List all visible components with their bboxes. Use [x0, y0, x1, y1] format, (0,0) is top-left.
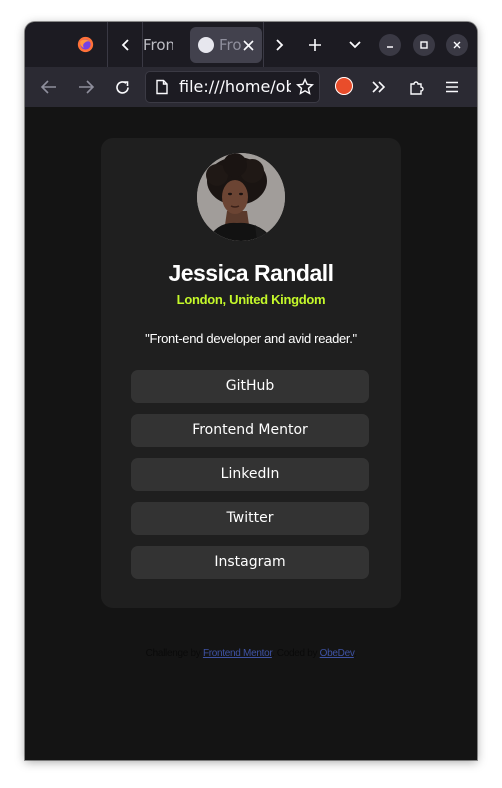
- social-links: GitHub Frontend Mentor LinkedIn Twitter …: [131, 370, 369, 590]
- github-link-button[interactable]: GitHub: [131, 370, 369, 403]
- reload-icon[interactable]: [111, 76, 133, 98]
- close-window-icon[interactable]: [446, 34, 468, 56]
- tab-close-icon[interactable]: [239, 36, 257, 54]
- tab-inactive[interactable]: Fronl: [143, 30, 173, 60]
- instagram-link-button[interactable]: Instagram: [131, 546, 369, 579]
- tab-scroll-left-icon[interactable]: [115, 34, 137, 56]
- navigation-bar: file:///home/obe: [25, 67, 477, 107]
- browser-window: Fronl Fro: [25, 22, 477, 760]
- tab-favicon-icon: [198, 37, 214, 53]
- tab-strip: Fronl Fro: [25, 22, 477, 67]
- firefox-logo-icon[interactable]: [77, 36, 94, 53]
- tab-separator: [263, 22, 264, 67]
- frontend-mentor-link-button[interactable]: Frontend Mentor: [131, 414, 369, 447]
- profile-bio: "Front-end developer and avid reader.": [145, 331, 357, 346]
- extension-icon[interactable]: [335, 77, 353, 95]
- tab-inactive-title: Fronl: [143, 36, 173, 54]
- attribution-suffix: .: [353, 648, 357, 659]
- avatar: [197, 153, 285, 241]
- list-tabs-chevron-down-icon[interactable]: [344, 34, 366, 56]
- author-link[interactable]: ObeDev: [320, 648, 354, 659]
- url-bar[interactable]: file:///home/obe: [145, 71, 320, 103]
- tab-scroll-right-icon[interactable]: [268, 34, 290, 56]
- minimize-icon[interactable]: [379, 34, 401, 56]
- linkedin-link-button[interactable]: LinkedIn: [131, 458, 369, 491]
- maximize-icon[interactable]: [413, 34, 435, 56]
- bookmark-star-icon[interactable]: [296, 78, 314, 96]
- attribution: Challenge by Frontend Mentor. Coded by O…: [25, 648, 477, 659]
- challenge-link[interactable]: Frontend Mentor: [203, 648, 272, 659]
- profile-name: Jessica Randall: [168, 260, 334, 286]
- page-icon: [156, 79, 168, 95]
- avatar-portrait-icon: [197, 153, 285, 241]
- twitter-link-button[interactable]: Twitter: [131, 502, 369, 535]
- extensions-puzzle-icon[interactable]: [405, 76, 427, 98]
- url-text: file:///home/obe: [179, 77, 291, 96]
- tab-active-title: Fro: [219, 36, 241, 54]
- tab-separator: [107, 22, 108, 67]
- attribution-prefix: Challenge by: [145, 648, 201, 659]
- attribution-middle: . Coded by: [271, 648, 318, 659]
- back-arrow-icon[interactable]: [38, 76, 60, 98]
- more-tools-chevrons-icon[interactable]: [368, 76, 390, 98]
- new-tab-plus-icon[interactable]: [304, 34, 326, 56]
- tab-active[interactable]: Fro: [190, 27, 262, 63]
- profile-location: London, United Kingdom: [176, 292, 326, 307]
- forward-arrow-icon[interactable]: [75, 76, 97, 98]
- profile-card: Jessica Randall London, United Kingdom "…: [101, 138, 401, 608]
- menu-hamburger-icon[interactable]: [441, 76, 463, 98]
- page-content: Jessica Randall London, United Kingdom "…: [25, 107, 477, 760]
